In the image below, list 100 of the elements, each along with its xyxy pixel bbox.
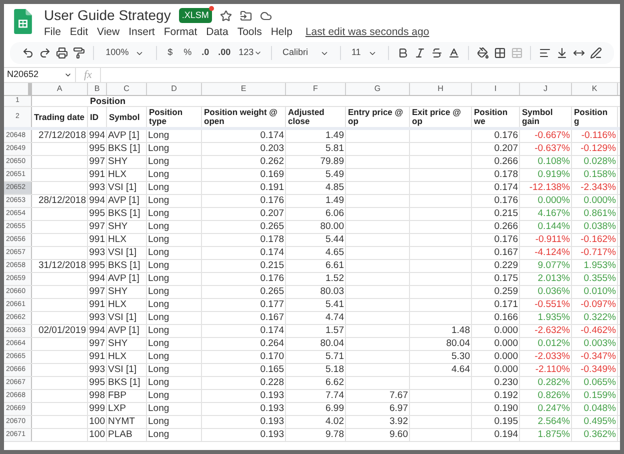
table-cell: 0.167 [494,247,518,259]
table-cell: SHY [108,156,128,168]
menu-item[interactable]: File [44,25,61,41]
menu-item[interactable]: Edit [70,25,88,41]
column-header[interactable]: D [147,83,202,95]
document-title[interactable]: User Guide Strategy [44,5,171,26]
table-cell: -0.637% [534,143,570,155]
folder-icon[interactable] [240,10,252,22]
column-header[interactable]: F [286,83,346,95]
table-cell: 0.266 [494,156,518,168]
zoom-dropdown[interactable]: 100% [102,46,148,60]
table-cell: 9.077% [538,260,570,272]
print-icon[interactable] [56,46,68,60]
table-cell: 5.18 [326,364,344,376]
increase-decimals-button[interactable]: .00 [216,46,233,60]
undo-icon[interactable] [22,46,34,60]
table-cell: 0.262 [260,156,284,168]
table-cell: AVP [1] [108,195,140,207]
table-cell: 0.264 [260,338,284,350]
table-cell: 991 [89,234,105,246]
italic-icon[interactable] [414,46,426,60]
table-cell: 9.78 [326,429,344,441]
table-cell: Long [148,156,170,168]
table-cell: 991 [89,351,105,363]
star-icon[interactable] [220,10,232,22]
menu-item[interactable]: Help [270,25,292,41]
column-header[interactable]: G [346,83,410,95]
menu-item[interactable]: Data [206,25,228,41]
table-cell: 0.203 [260,143,284,155]
table-cell: 0.036% [538,286,570,298]
table-cell: Long [148,377,170,389]
text-color-icon[interactable] [448,46,460,60]
paint-roller-icon[interactable] [72,46,85,60]
table-cell: 4.02 [326,416,344,428]
redo-icon[interactable] [38,46,51,60]
table-cell: 0.247% [538,403,570,415]
fill-color-icon[interactable] [476,46,489,60]
table-cell: -0.129% [580,143,616,155]
table-cell: -0.162% [580,234,616,246]
table-cell: 5.30 [452,351,470,363]
spreadsheet-logo-icon[interactable] [14,9,32,34]
column-header[interactable]: A [32,83,88,95]
decrease-decimals-button[interactable]: .0 [200,46,212,60]
table-cell: 0.176 [260,195,284,207]
cloud-icon[interactable] [260,10,272,22]
table-cell: 991 [89,169,105,181]
column-header[interactable]: C [107,83,147,95]
font-dropdown[interactable]: Calibri [280,46,332,60]
table-cell: Long [148,195,170,207]
table-cell: 993 [89,364,105,376]
table-cell: 994 [89,325,105,337]
table-cell: 1.48 [452,325,470,337]
table-cell: 100 [89,416,105,428]
percent-button[interactable]: % [180,46,195,60]
bold-icon[interactable] [396,46,409,60]
menu-item[interactable]: Format [164,25,198,41]
table-cell: 4.167% [538,208,570,220]
column-header[interactable]: K [572,83,618,95]
strikethrough-icon[interactable] [430,46,443,60]
table-cell: 0.176 [260,273,284,285]
table-cell: 0.000% [538,195,570,207]
table-cell: 0.174 [260,325,284,337]
table-cell: 0.194 [494,429,518,441]
number-format-dropdown[interactable]: 123 [238,46,263,60]
table-cell: 1.935% [538,312,570,324]
menu-item[interactable]: Insert [128,25,155,41]
last-edit-link[interactable]: Last edit was seconds ago [305,25,430,41]
table-cell: AVP [1] [108,325,140,337]
borders-icon[interactable] [494,46,506,60]
table-cell: -2.033% [534,351,570,363]
table-cell: -0.551% [534,299,570,311]
table-cell: VSI [1] [108,364,137,376]
menu-item[interactable]: View [97,25,120,41]
table-cell: 31/12/2018 [38,260,86,272]
column-header[interactable]: J [520,83,572,95]
column-title: Adjusted close [286,107,346,127]
table-cell: 0.010% [584,286,616,298]
column-header[interactable]: B [88,83,107,95]
table-cell: 997 [89,156,105,168]
table-cell: SHY [108,221,128,233]
column-header[interactable]: H [410,83,472,95]
name-box[interactable]: N20652 [4,68,76,82]
menu-item[interactable]: Tools [237,25,262,41]
column-header[interactable]: E [202,83,286,95]
table-cell: 9.60 [390,429,408,441]
table-cell: Long [148,234,170,246]
table-cell: 995 [89,377,105,389]
table-cell: Long [148,221,170,233]
table-cell: Long [148,351,170,363]
table-cell: 995 [89,143,105,155]
currency-button[interactable]: $ [164,46,176,60]
vertical-align-icon[interactable] [556,46,568,60]
column-header[interactable]: I [472,83,520,95]
table-cell: -0.667% [534,130,570,142]
table-cell: Long [148,364,170,376]
table-cell: 0.012% [538,338,570,350]
table-cell: 0.048% [584,403,616,415]
align-left-icon[interactable] [539,46,552,60]
font-size-dropdown[interactable]: 11 [348,46,380,60]
table-cell: 997 [89,338,105,350]
